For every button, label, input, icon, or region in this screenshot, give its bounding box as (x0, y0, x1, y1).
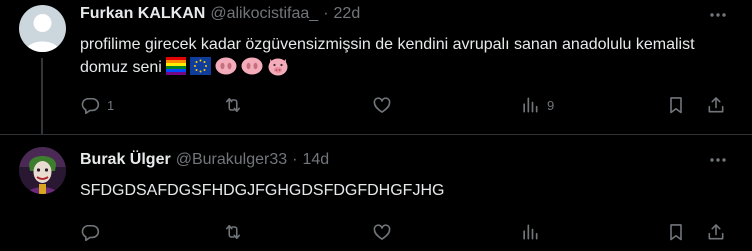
action-bar: 1 9 (80, 94, 730, 116)
eu-flag-icon (189, 57, 211, 75)
separator-dot: · (323, 5, 329, 22)
pig-face-icon (268, 58, 288, 76)
tweet-text: SFDGDSAFDGSFHDGJFGHGDSFDGFDHGFJHG (80, 179, 700, 202)
share-button[interactable] (706, 221, 726, 243)
pig-nose-icon (215, 57, 237, 75)
avatar[interactable] (19, 5, 66, 52)
tweet-header: Burak Ülger @Burakulger33 · 14d (80, 150, 329, 170)
bookmark-icon (670, 224, 682, 241)
share-button[interactable] (706, 94, 726, 116)
retweet-icon (225, 224, 241, 240)
share-icon (708, 224, 724, 240)
reply-icon (81, 97, 100, 115)
rainbow-flag-icon (165, 57, 186, 75)
avatar[interactable] (19, 147, 66, 194)
reply-count: 1 (107, 97, 115, 113)
bookmark-icon (670, 97, 682, 114)
default-avatar-icon (19, 5, 66, 52)
bookmark-button[interactable] (666, 221, 686, 243)
view-count: 9 (547, 97, 555, 113)
tweet-1[interactable]: Furkan KALKAN @alikocistifaa_ · 22d prof… (0, 0, 752, 134)
retweet-button[interactable] (222, 221, 251, 243)
display-name[interactable]: Burak Ülger (80, 150, 171, 170)
retweet-button[interactable] (222, 94, 251, 116)
pig-nose-icon (241, 57, 263, 75)
tweet-header: Furkan KALKAN @alikocistifaa_ · 22d (80, 4, 360, 24)
timestamp[interactable]: 14d (302, 150, 329, 170)
more-options-button[interactable] (708, 150, 728, 170)
views-button[interactable] (520, 221, 547, 243)
like-icon (373, 97, 391, 113)
emoji-group (165, 56, 289, 76)
reply-button[interactable]: 1 (80, 94, 114, 116)
timestamp[interactable]: 22d (334, 4, 361, 24)
user-handle[interactable]: @alikocistifaa_ (210, 4, 318, 24)
more-options-button[interactable] (708, 5, 728, 25)
tweet-text-content: SFDGDSAFDGSFHDGJFGHGDSFDGFDHGFJHG (80, 182, 445, 199)
share-icon (708, 97, 724, 113)
like-button[interactable] (372, 221, 399, 243)
thread-line (41, 58, 43, 134)
views-icon (523, 97, 538, 113)
separator-dot: · (292, 151, 298, 168)
like-icon (373, 224, 391, 240)
more-icon (710, 13, 726, 17)
action-bar (80, 221, 730, 243)
views-icon (523, 224, 538, 240)
display-name[interactable]: Furkan KALKAN (80, 4, 205, 24)
bookmark-button[interactable] (666, 94, 686, 116)
more-icon (710, 158, 726, 162)
tweet-text: profilime girecek kadar özgüvensizmişsin… (80, 33, 700, 79)
views-button[interactable]: 9 (520, 94, 554, 116)
retweet-icon (225, 97, 241, 113)
joker-avatar-icon (19, 147, 66, 194)
like-button[interactable] (372, 94, 399, 116)
reply-button[interactable] (80, 221, 107, 243)
reply-icon (81, 224, 100, 242)
user-handle[interactable]: @Burakulger33 (176, 150, 287, 170)
tweet-2[interactable]: Burak Ülger @Burakulger33 · 14d SFDGDSAF… (0, 135, 752, 251)
